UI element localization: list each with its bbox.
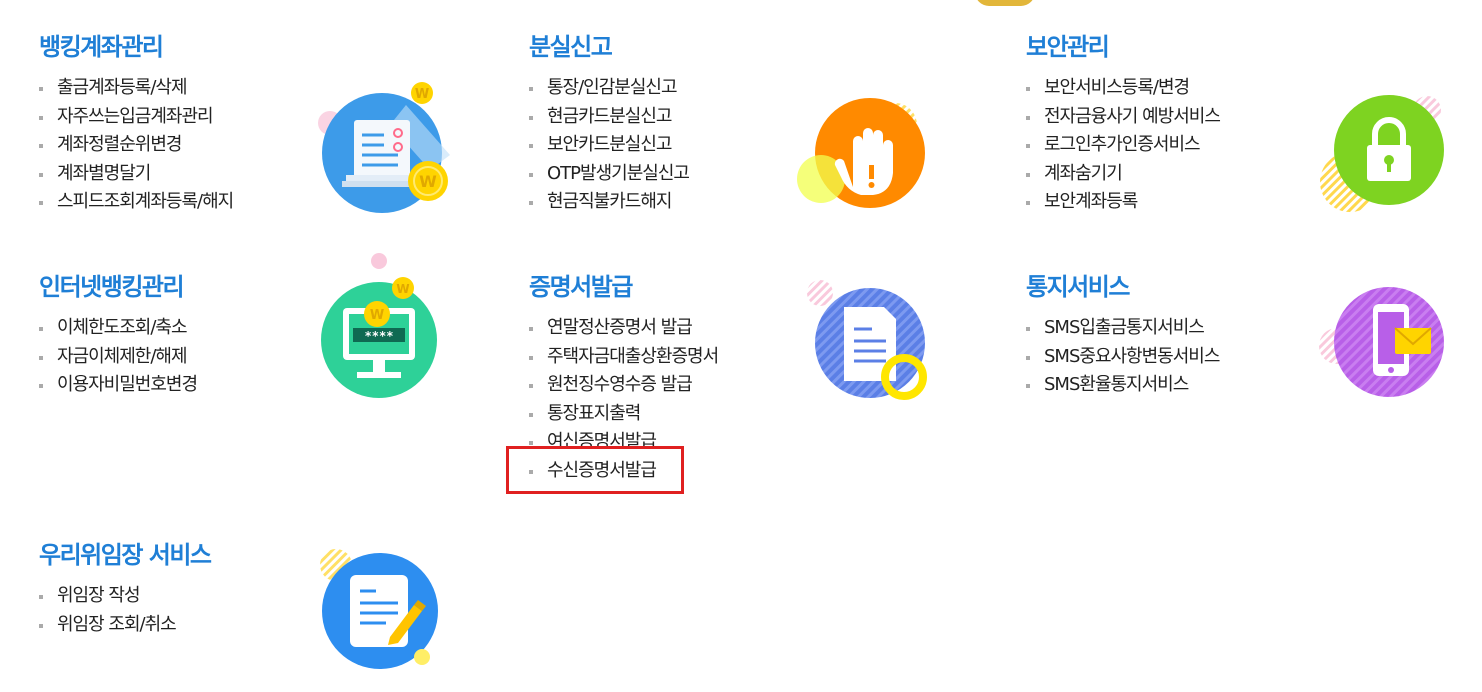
password-mask: **** — [365, 329, 394, 343]
section-internet-banking: 인터넷뱅킹관리 이체한도조회/축소 자금이체제한/해제 이용자비밀번호변경 — [39, 272, 198, 400]
coin-symbol: W — [415, 87, 429, 102]
document-icon — [807, 280, 927, 400]
menu-item[interactable]: 전자금융사기 예방서비스 — [1026, 103, 1221, 132]
menu-list-security: 보안서비스등록/변경 전자금융사기 예방서비스 로그인추가인증서비스 계좌숨기기… — [1026, 74, 1221, 217]
menu-item[interactable]: OTP발생기분실신고 — [529, 160, 690, 189]
section-title-loss-report[interactable]: 분실신고 — [529, 32, 689, 62]
coin-symbol: W — [370, 308, 384, 323]
menu-item[interactable]: 자금이체제한/해제 — [39, 343, 197, 372]
section-security: 보안관리 보안서비스등록/변경 전자금융사기 예방서비스 로그인추가인증서비스 … — [1026, 32, 1221, 217]
menu-list-notification: SMS입출금통지서비스 SMS중요사항변동서비스 SMS환율통지서비스 — [1026, 314, 1220, 400]
menu-item[interactable]: SMS중요사항변동서비스 — [1026, 343, 1220, 372]
menu-item[interactable]: SMS입출금통지서비스 — [1026, 314, 1219, 343]
computer-password-icon: **** W W — [321, 253, 437, 398]
menu-list-power-of-attorney: 위임장 작성 위임장 조회/취소 — [39, 582, 211, 639]
section-title-certificate[interactable]: 증명서발급 — [529, 272, 718, 302]
menu-item[interactable]: 현금직불카드해지 — [529, 188, 689, 217]
menu-item[interactable]: SMS환율통지서비스 — [1026, 371, 1219, 400]
section-notification: 통지서비스 SMS입출금통지서비스 SMS중요사항변동서비스 SMS환율통지서비… — [1026, 272, 1220, 400]
menu-item[interactable]: 보안서비스등록/변경 — [1026, 74, 1220, 103]
menu-item[interactable]: 보안계좌등록 — [1026, 188, 1220, 217]
menu-item[interactable]: 이체한도조회/축소 — [39, 314, 197, 343]
menu-item[interactable]: 이용자비밀번호변경 — [39, 371, 198, 400]
section-title-banking-account[interactable]: 뱅킹계좌관리 — [39, 32, 233, 62]
menu-item[interactable]: 출금계좌등록/삭제 — [39, 74, 233, 103]
lock-icon — [1320, 95, 1444, 212]
menu-item[interactable]: 자주쓰는입금계좌관리 — [39, 103, 233, 132]
section-title-security[interactable]: 보안관리 — [1026, 32, 1220, 62]
highlight-box — [506, 446, 684, 494]
section-power-of-attorney: 우리위임장 서비스 위임장 작성 위임장 조회/취소 — [39, 540, 212, 639]
section-title-notification[interactable]: 통지서비스 — [1026, 272, 1219, 302]
menu-item[interactable]: 원천징수영수증 발급 — [529, 371, 718, 400]
section-loss-report: 분실신고 통장/인감분실신고 현금카드분실신고 보안카드분실신고 OTP발생기분… — [529, 32, 690, 217]
menu-list-loss-report: 통장/인감분실신고 현금카드분실신고 보안카드분실신고 OTP발생기분실신고 현… — [529, 74, 690, 217]
menu-item[interactable]: 연말정산증명서 발급 — [529, 314, 718, 343]
section-banking-account: 뱅킹계좌관리 출금계좌등록/삭제 자주쓰는입금계좌관리 계좌정렬순위변경 계좌별… — [39, 32, 234, 217]
menu-list-banking-account: 출금계좌등록/삭제 자주쓰는입금계좌관리 계좌정렬순위변경 계좌별명달기 스피드… — [39, 74, 234, 217]
top-decoration — [975, 0, 1035, 6]
mobile-message-icon — [1319, 287, 1444, 397]
menu-item[interactable]: 통장/인감분실신고 — [529, 74, 689, 103]
section-title-power-of-attorney[interactable]: 우리위임장 서비스 — [39, 540, 212, 570]
menu-item[interactable]: 통장표지출력 — [529, 400, 718, 429]
menu-item[interactable]: 계좌숨기기 — [1026, 160, 1220, 189]
document-pen-icon — [320, 549, 438, 669]
coin-symbol: W — [396, 282, 409, 296]
bankbook-icon: W W — [318, 82, 450, 213]
menu-item[interactable]: 보안카드분실신고 — [529, 131, 689, 160]
section-title-internet-banking[interactable]: 인터넷뱅킹관리 — [39, 272, 197, 302]
hand-stop-icon — [797, 98, 925, 208]
menu-item[interactable]: 스피드조회계좌등록/해지 — [39, 188, 234, 217]
menu-item[interactable]: 위임장 작성 — [39, 582, 211, 611]
menu-item[interactable]: 위임장 조회/취소 — [39, 611, 211, 640]
menu-item[interactable]: 현금카드분실신고 — [529, 103, 689, 132]
menu-item[interactable]: 계좌별명달기 — [39, 160, 233, 189]
menu-item[interactable]: 계좌정렬순위변경 — [39, 131, 233, 160]
menu-list-internet-banking: 이체한도조회/축소 자금이체제한/해제 이용자비밀번호변경 — [39, 314, 198, 400]
menu-item[interactable]: 주택자금대출상환증명서 — [529, 343, 719, 372]
coin-symbol: W — [419, 172, 437, 191]
menu-item[interactable]: 로그인추가인증서비스 — [1026, 131, 1220, 160]
